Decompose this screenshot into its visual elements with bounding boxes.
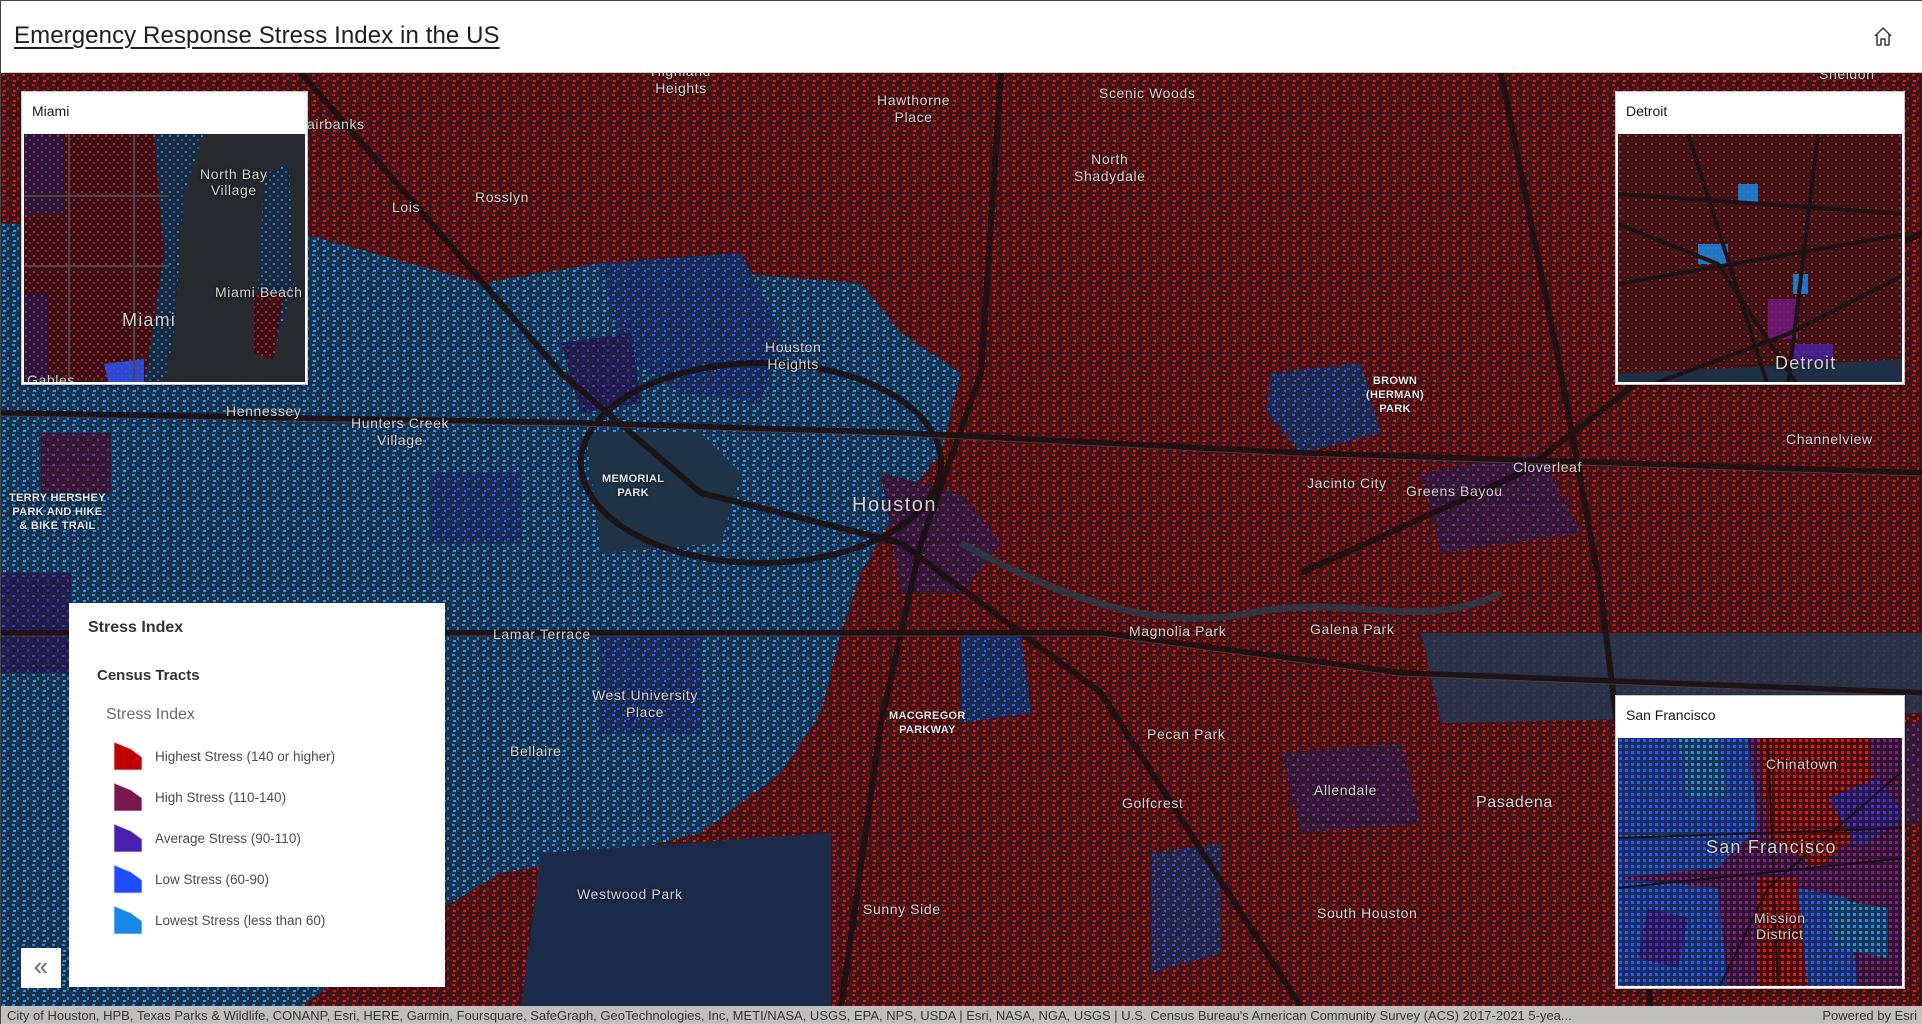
header-bar: Emergency Response Stress Index in the U… [1, 1, 1922, 73]
inset-miami[interactable]: Miami North Bay Village Miami Beach Miam… [21, 91, 308, 385]
legend-item: High Stress (110-140) [113, 782, 286, 812]
inset-label: Miami Beach [215, 284, 303, 300]
legend-swatch [113, 823, 143, 853]
powered-by-link[interactable]: Powered by Esri [1822, 1006, 1917, 1024]
inset-label: Mission District [1754, 910, 1806, 942]
home-icon [1874, 27, 1892, 46]
legend-swatch [113, 864, 143, 894]
inset-label: North Bay Village [200, 166, 268, 198]
inset-detroit[interactable]: Detroit Detroit [1615, 91, 1905, 385]
legend-title: Stress Index [88, 619, 184, 636]
inset-detroit-basemap [1618, 134, 1902, 382]
tract-area [1, 573, 71, 673]
collapse-panel-button[interactable]: « [21, 948, 61, 988]
inset-label: Chinatown [1766, 756, 1838, 772]
inset-title: Detroit [1626, 103, 1668, 119]
tract-area [961, 633, 1031, 723]
inset-title: San Francisco [1626, 707, 1716, 723]
memorial-park [586, 433, 741, 553]
inset-sf-basemap [1618, 738, 1902, 986]
legend-item: Average Stress (90-110) [113, 823, 301, 853]
legend-item: Lowest Stress (less than 60) [113, 905, 325, 935]
inset-label: San Francisco [1706, 837, 1837, 857]
inset-san-francisco[interactable]: San Francisco Chinatown San Francisco Mi… [1615, 695, 1905, 989]
attribution-text[interactable]: City of Houston, HPB, Texas Parks & Wild… [7, 1006, 1787, 1024]
tract-area [601, 633, 701, 733]
tract-area [431, 473, 521, 543]
legend-swatch [113, 905, 143, 935]
tract-area [1281, 743, 1421, 833]
legend-label: Lowest Stress (less than 60) [155, 912, 326, 928]
legend-label: High Stress (110-140) [155, 789, 287, 805]
legend-item: Low Stress (60-90) [113, 864, 269, 894]
app-title[interactable]: Emergency Response Stress Index in the U… [14, 22, 500, 50]
legend-swatch [113, 782, 143, 812]
attribution-bar[interactable]: City of Houston, HPB, Texas Parks & Wild… [1, 1006, 1922, 1024]
legend-label: Average Stress (90-110) [155, 830, 301, 846]
home-button[interactable] [1871, 25, 1895, 49]
legend-layer-name: Census Tracts [97, 667, 200, 684]
tract-area [521, 833, 831, 1007]
legend-field-name: Stress Index [106, 706, 195, 723]
app-window: Emergency Response Stress Index in the U… [0, 0, 1922, 1024]
inset-label: Miami [122, 310, 176, 330]
inset-detroit-map[interactable]: Detroit [1617, 133, 1903, 383]
inset-label: Gables [27, 372, 75, 383]
inset-miami-map[interactable]: North Bay Village Miami Beach Miami Gabl… [23, 133, 306, 383]
double-chevron-left-icon: « [33, 951, 49, 981]
inset-label: Detroit [1775, 353, 1837, 373]
legend-item: Highest Stress (140 or higher) [113, 741, 335, 771]
tract-area [41, 433, 111, 493]
inset-title: Miami [32, 103, 70, 119]
legend-panel: Stress Index Census Tracts Stress Index … [69, 603, 445, 987]
legend-swatch [113, 741, 143, 771]
legend-label: Highest Stress (140 or higher) [155, 748, 336, 764]
legend-label: Low Stress (60-90) [155, 871, 270, 887]
inset-sf-map[interactable]: Chinatown San Francisco Mission District [1617, 737, 1903, 987]
